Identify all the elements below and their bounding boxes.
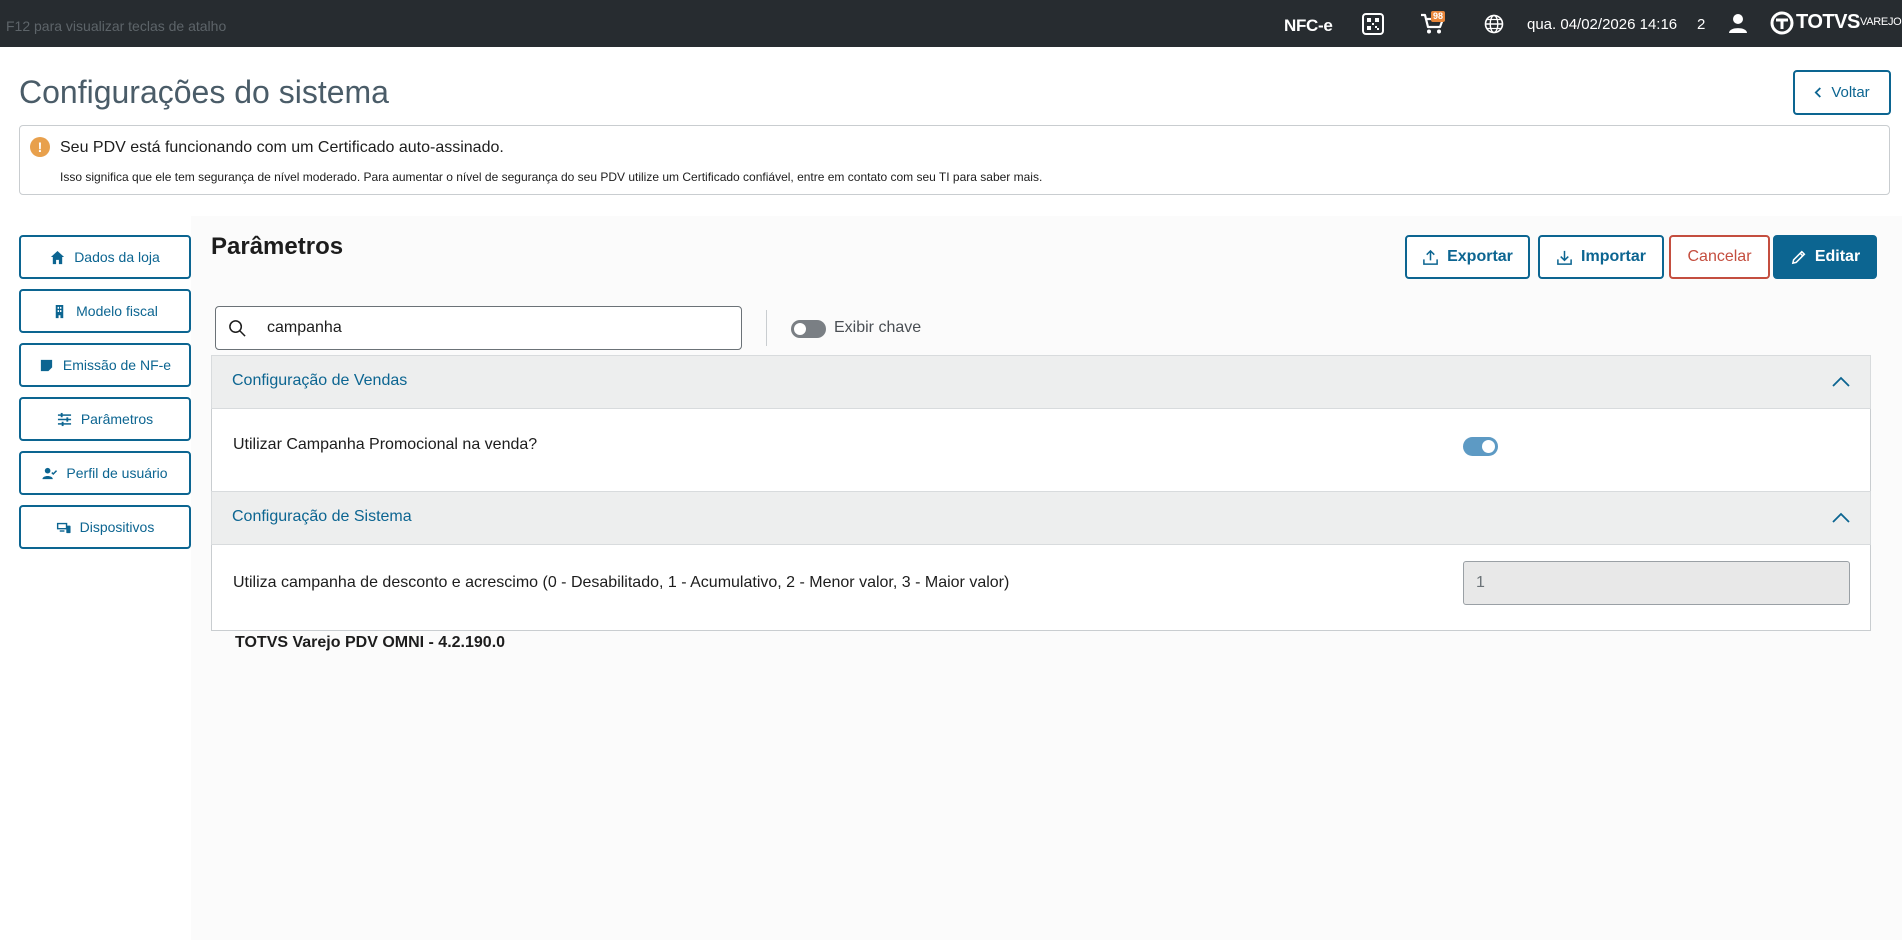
totvs-logo: TOTVS VAREJO	[1770, 10, 1902, 36]
download-icon	[1557, 250, 1572, 265]
sliders-icon	[57, 412, 71, 426]
chevron-up-icon	[1832, 376, 1850, 387]
sidebar-item-label: Perfil de usuário	[66, 465, 168, 481]
pencil-icon	[1791, 250, 1806, 264]
nfce-indicator[interactable]: NFC-e	[1284, 16, 1333, 36]
sidebar-item-perfil-de-usuario[interactable]: Perfil de usuário	[19, 451, 191, 495]
sidebar-item-dados-da-loja[interactable]: Dados da loja	[19, 235, 191, 279]
warning-icon: !	[30, 137, 50, 157]
shortcut-hint: F12 para visualizar teclas de atalho	[6, 18, 227, 34]
section-title: Parâmetros	[211, 233, 344, 260]
sidebar-item-modelo-fiscal[interactable]: Modelo fiscal	[19, 289, 191, 333]
sidebar-item-label: Modelo fiscal	[76, 303, 158, 319]
sidebar-item-label: Dados da loja	[74, 249, 160, 265]
brand-sub: VAREJO	[1860, 16, 1902, 28]
devices-icon	[56, 522, 71, 533]
version-label: TOTVS Varejo PDV OMNI - 4.2.190.0	[235, 634, 506, 651]
chevron-up-icon	[1832, 512, 1850, 523]
group-title: Configuração de Vendas	[232, 372, 408, 389]
user-check-icon	[42, 467, 58, 479]
search-field[interactable]	[215, 306, 742, 350]
group-title: Configuração de Sistema	[232, 508, 412, 525]
alert-description: Isso significa que ele tem segurança de …	[60, 170, 1043, 184]
qr-code-icon[interactable]	[1362, 13, 1384, 35]
sidebar-item-label: Parâmetros	[80, 411, 154, 427]
export-button-label: Exportar	[1447, 248, 1513, 265]
group-header-sistema[interactable]: Configuração de Sistema	[211, 491, 1871, 545]
home-icon	[51, 250, 65, 264]
divider	[766, 310, 767, 346]
page-title: Configurações do sistema	[19, 74, 389, 110]
show-key-label: Exibir chave	[834, 319, 922, 336]
search-input[interactable]	[267, 317, 727, 339]
group-header-vendas[interactable]: Configuração de Vendas	[211, 355, 1871, 409]
discount-campaign-value[interactable]: 1	[1463, 561, 1850, 605]
cart-count-badge: 98	[1431, 11, 1446, 22]
import-button[interactable]: Importar	[1538, 235, 1664, 279]
brand-name: TOTVS	[1796, 11, 1860, 33]
back-button[interactable]: Voltar	[1793, 70, 1891, 115]
certificate-alert: ! Seu PDV está funcionando com um Certif…	[19, 125, 1890, 195]
building-icon	[55, 304, 64, 318]
top-bar: F12 para visualizar teclas de atalho NFC…	[0, 0, 1902, 47]
show-key-toggle[interactable]	[791, 320, 826, 338]
alert-title: Seu PDV está funcionando com um Certific…	[60, 139, 504, 156]
import-button-label: Importar	[1581, 248, 1646, 265]
terminal-number: 2	[1697, 16, 1706, 33]
edit-button[interactable]: Editar	[1773, 235, 1877, 279]
setting-label: Utiliza campanha de desconto e acrescimo…	[233, 574, 1010, 591]
search-icon	[229, 320, 246, 337]
globe-icon[interactable]	[1484, 14, 1504, 34]
sidebar-item-emissao-nfe[interactable]: Emissão de NF-e	[19, 343, 191, 387]
sidebar-item-label: Dispositivos	[79, 519, 155, 535]
cancel-button-label: Cancelar	[1687, 248, 1752, 265]
totvs-logo-icon	[1770, 11, 1794, 35]
datetime: qua. 04/02/2026 14:16	[1527, 16, 1678, 33]
setting-label: Utilizar Campanha Promocional na venda?	[233, 436, 538, 453]
user-icon[interactable]	[1727, 12, 1749, 34]
sidebar-item-parametros[interactable]: Parâmetros	[19, 397, 191, 441]
note-icon	[40, 359, 53, 371]
edit-button-label: Editar	[1814, 248, 1861, 265]
campaign-toggle[interactable]	[1463, 437, 1498, 456]
export-button[interactable]: Exportar	[1405, 235, 1530, 279]
back-button-label: Voltar	[1831, 84, 1870, 101]
upload-icon	[1423, 249, 1438, 265]
sidebar-item-dispositivos[interactable]: Dispositivos	[19, 505, 191, 549]
sidebar-item-label: Emissão de NF-e	[62, 357, 172, 373]
chevron-left-icon	[1814, 87, 1822, 98]
cancel-button[interactable]: Cancelar	[1669, 235, 1770, 279]
